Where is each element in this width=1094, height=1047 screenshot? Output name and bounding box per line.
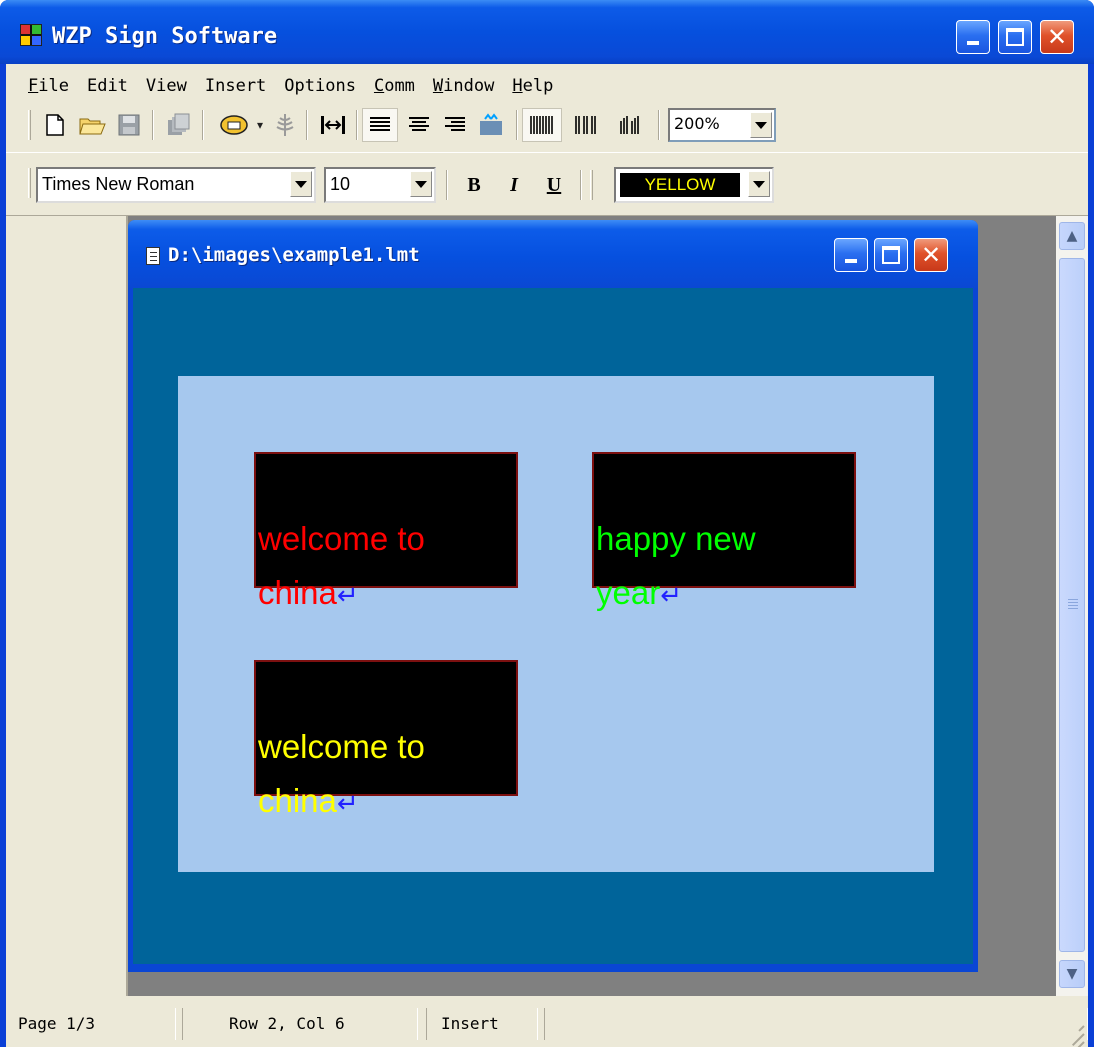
- return-icon: ↵: [336, 789, 359, 819]
- sign-line: welcome to: [258, 728, 425, 765]
- save-icon[interactable]: [114, 108, 144, 142]
- font-dropdown-button[interactable]: [290, 171, 312, 197]
- text-color-select[interactable]: YELLOW: [614, 167, 774, 203]
- menu-file[interactable]: File: [6, 70, 78, 104]
- scroll-up-icon[interactable]: ▲: [1059, 222, 1085, 250]
- doc-minimize-button[interactable]: [834, 238, 868, 272]
- app-logo-icon[interactable]: [20, 24, 42, 46]
- font-name-select[interactable]: Times New Roman: [36, 167, 316, 203]
- format-toolbar-grip[interactable]: [28, 168, 31, 198]
- sign-line: china: [258, 782, 337, 819]
- copy-icon[interactable]: [162, 108, 194, 142]
- bold-button[interactable]: B: [456, 167, 492, 203]
- return-icon: ↵: [660, 581, 682, 611]
- zoom-value: 200%: [674, 114, 720, 133]
- doc-close-button[interactable]: ✕: [914, 238, 948, 272]
- menu-options[interactable]: Options: [275, 70, 365, 104]
- document-title: D:\images\example1.lmt: [168, 244, 420, 266]
- sign-text-block[interactable]: welcome to china↵: [254, 452, 518, 611]
- status-mode: Insert: [426, 1008, 538, 1040]
- size-dropdown-button[interactable]: [410, 171, 432, 197]
- color-dropdown-button[interactable]: [748, 171, 770, 197]
- close-icon: ✕: [1046, 23, 1068, 51]
- maximize-button[interactable]: [998, 20, 1032, 54]
- sign-line: happy new: [596, 520, 756, 557]
- menu-help[interactable]: Help: [503, 70, 562, 104]
- color-toolbar-grip[interactable]: [590, 170, 593, 200]
- sign-text-block[interactable]: welcome to china↵: [254, 660, 518, 819]
- maximize-icon: [882, 246, 900, 264]
- font-size-select[interactable]: 10: [324, 167, 436, 203]
- chevron-down-icon: [753, 180, 765, 188]
- menu-view[interactable]: View: [137, 70, 196, 104]
- bars-medium-icon[interactable]: [566, 108, 606, 142]
- chevron-down-icon: [295, 180, 307, 188]
- minimize-icon: [967, 41, 979, 45]
- sign-line: china: [258, 574, 337, 611]
- document-window: D:\images\example1.lmt ✕ welcome to china…: [128, 220, 978, 972]
- menu-edit[interactable]: Edit: [78, 70, 137, 104]
- scroll-down-icon[interactable]: ▼: [1059, 960, 1085, 988]
- sign-line: welcome to: [258, 520, 425, 557]
- scroll-thumb[interactable]: [1059, 258, 1085, 952]
- left-panel: [6, 216, 128, 996]
- align-left-icon[interactable]: [362, 108, 398, 142]
- font-name-value: Times New Roman: [42, 174, 195, 194]
- bars-narrow-icon[interactable]: [610, 108, 650, 142]
- menu-window[interactable]: Window: [424, 70, 503, 104]
- open-folder-icon[interactable]: [76, 108, 110, 142]
- menu-insert[interactable]: Insert: [196, 70, 275, 104]
- main-toolbar: ▾ 200%: [6, 100, 1088, 152]
- document-icon[interactable]: [146, 247, 160, 265]
- document-body: welcome to china↵ happy new year↵ welcome …: [133, 288, 973, 964]
- fill-icon[interactable]: [474, 108, 508, 142]
- status-bar: Page 1/3 Row 2, Col 6 Insert: [6, 996, 1088, 1047]
- phone-icon[interactable]: [216, 108, 252, 142]
- dropdown-arrow-icon[interactable]: ▾: [254, 108, 266, 142]
- chevron-down-icon: [755, 121, 767, 129]
- grip-icon: [1068, 599, 1078, 611]
- status-empty: [544, 1008, 1088, 1040]
- font-size-value: 10: [330, 174, 351, 194]
- close-icon: ✕: [920, 241, 942, 269]
- bars-wide-icon[interactable]: [522, 108, 562, 142]
- resize-grip-icon[interactable]: [1060, 1019, 1085, 1047]
- main-window: WZP Sign Software ✕ File Edit View Inser…: [0, 0, 1094, 1047]
- close-button[interactable]: ✕: [1040, 20, 1074, 54]
- new-file-icon[interactable]: [40, 108, 70, 142]
- document-title-bar[interactable]: D:\images\example1.lmt ✕: [128, 220, 978, 288]
- menu-comm[interactable]: Comm: [365, 70, 424, 104]
- return-icon: ↵: [336, 581, 359, 611]
- maximize-icon: [1006, 28, 1024, 46]
- underline-button[interactable]: U: [536, 167, 572, 203]
- minimize-icon: [845, 259, 857, 263]
- app-title: WZP Sign Software: [52, 24, 278, 49]
- vertical-scrollbar[interactable]: ▲ ▼: [1056, 216, 1088, 996]
- toolbar-grip[interactable]: [28, 110, 31, 140]
- zoom-dropdown-button[interactable]: [750, 112, 772, 138]
- minimize-button[interactable]: [956, 20, 990, 54]
- align-right-icon[interactable]: [438, 108, 472, 142]
- text-color-swatch: YELLOW: [620, 173, 740, 197]
- zoom-select[interactable]: 200%: [668, 108, 776, 142]
- status-page: Page 1/3: [6, 1008, 176, 1040]
- chevron-down-icon: [415, 180, 427, 188]
- antenna-icon[interactable]: [270, 108, 300, 142]
- title-bar[interactable]: WZP Sign Software ✕: [0, 0, 1094, 64]
- italic-button[interactable]: I: [496, 167, 532, 203]
- align-center-icon[interactable]: [402, 108, 436, 142]
- menu-bar: File Edit View Insert Options Comm Windo…: [6, 70, 562, 104]
- status-position: Row 2, Col 6: [182, 1008, 418, 1040]
- doc-maximize-button[interactable]: [874, 238, 908, 272]
- sign-canvas[interactable]: welcome to china↵ happy new year↵ welcome …: [178, 376, 934, 872]
- sign-text-block[interactable]: happy new year↵: [592, 452, 856, 611]
- sign-line: year: [596, 574, 661, 611]
- fit-width-icon[interactable]: [316, 108, 350, 142]
